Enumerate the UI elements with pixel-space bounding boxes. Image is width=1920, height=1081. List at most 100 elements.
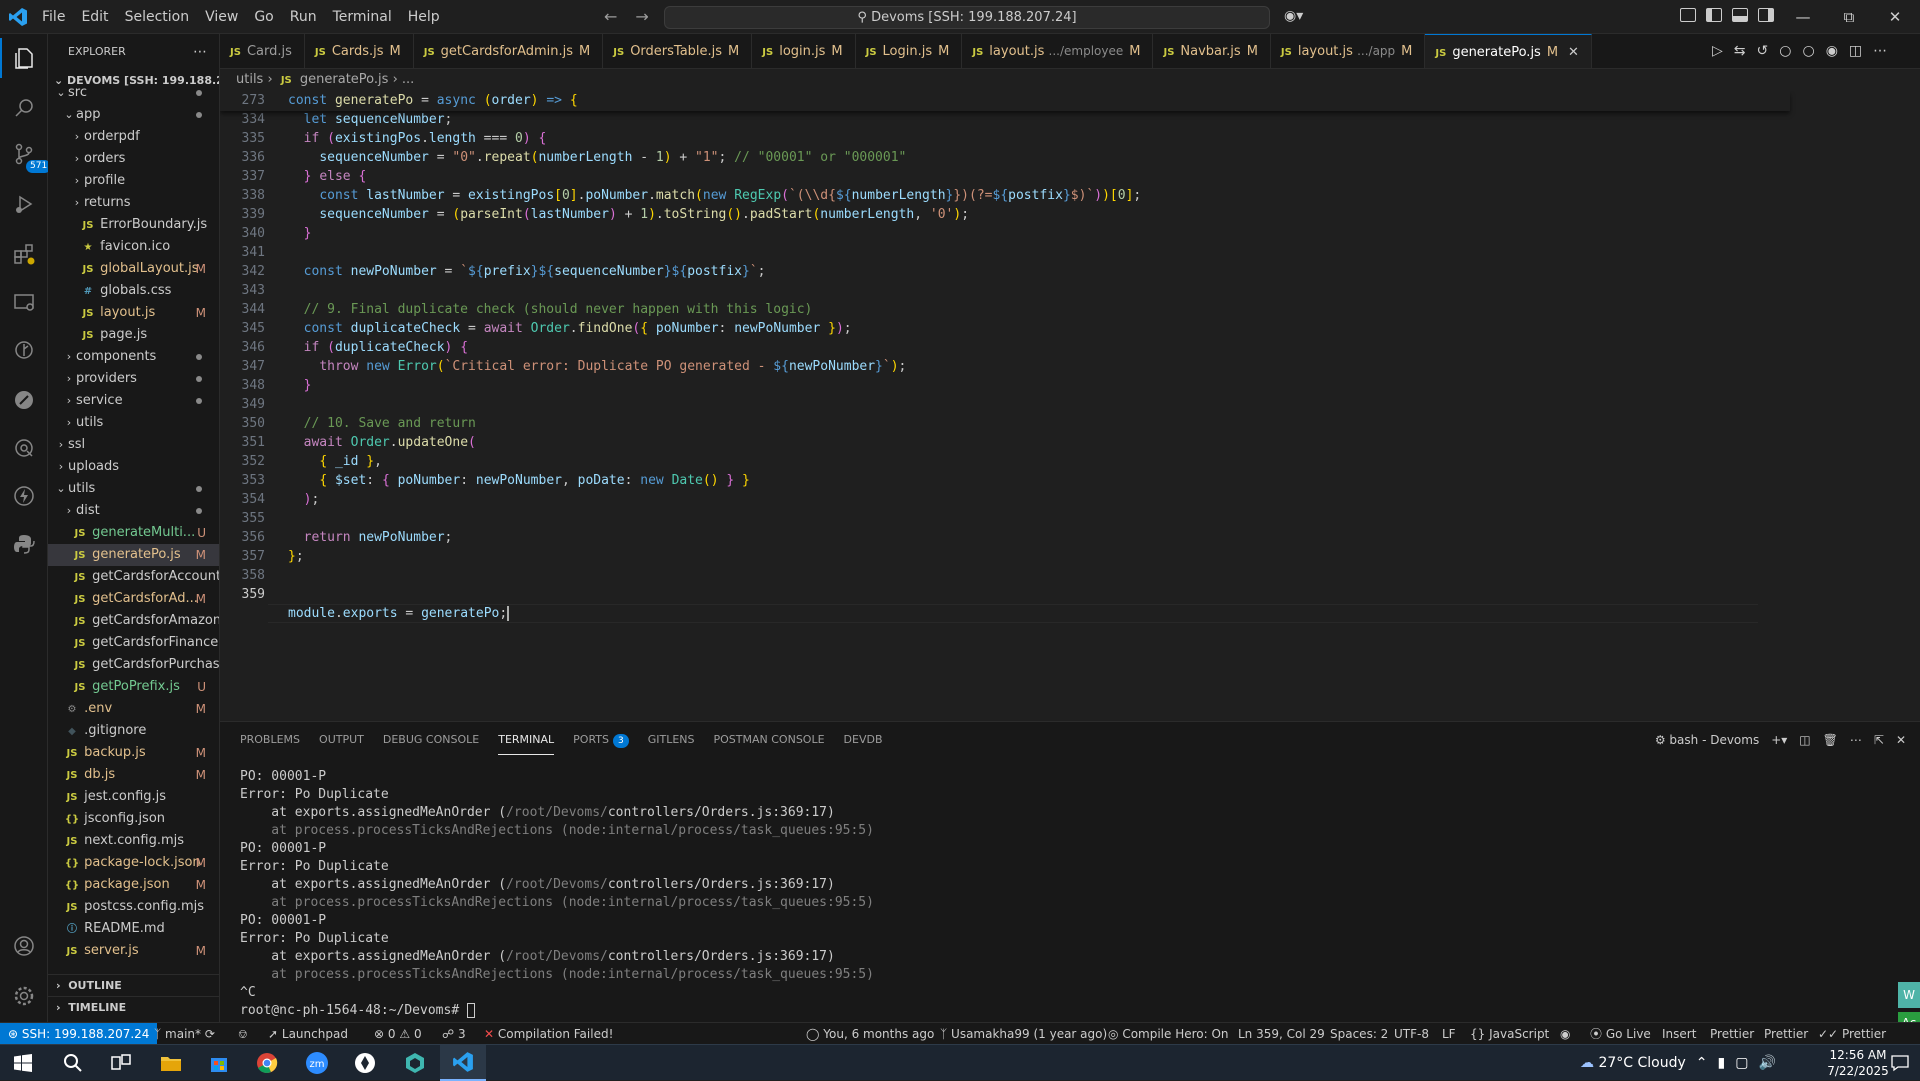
tree-item[interactable]: › service (48, 390, 219, 412)
chevron-up-icon[interactable]: ⌃ (1696, 1055, 1708, 1071)
menu-view[interactable]: View (197, 0, 246, 34)
tree-item[interactable]: JS getCardsforAd... M (48, 588, 219, 610)
close-panel-icon[interactable]: ✕ (1896, 733, 1906, 747)
tree-item[interactable]: › ssl (48, 434, 219, 456)
source-control-icon[interactable]: 571 (0, 134, 52, 174)
manage-gear-icon[interactable] (0, 976, 48, 1016)
tab-ports[interactable]: PORTS 3 (573, 722, 629, 758)
tree-item[interactable]: JS generatePo.js M (48, 544, 219, 566)
task-view-icon[interactable] (98, 1045, 144, 1081)
tree-item[interactable]: JS getCardsforAmazon.js (48, 610, 219, 632)
tree-item[interactable]: JS getCardsforAccount.js (48, 566, 219, 588)
go-live[interactable]: ⦿ Go Live (1590, 1023, 1651, 1045)
customize-layout-icon[interactable] (1680, 8, 1696, 22)
editor-tab[interactable]: JS Navbar.js M (1153, 34, 1271, 68)
terminal-shell-selector[interactable]: ⚙ bash - Devoms (1655, 733, 1759, 747)
language-mode[interactable]: {} JavaScript (1470, 1023, 1549, 1045)
explorer-icon[interactable] (0, 38, 48, 78)
tree-item[interactable]: {} jsconfig.json (48, 808, 219, 830)
prettier-status-3[interactable]: ✓✓ Prettier (1818, 1023, 1886, 1045)
insert-mode[interactable]: Insert (1662, 1023, 1696, 1045)
tree-item[interactable]: ⌄ src (48, 82, 219, 104)
search-view-icon[interactable] (0, 88, 48, 128)
stack-file[interactable]: controllers/Orders.js:369:17 (608, 805, 827, 820)
editor-tab[interactable]: JS login.js M (752, 34, 856, 68)
run-file-icon[interactable]: ▷ (1712, 43, 1723, 59)
tree-item[interactable]: ★ favicon.ico (48, 236, 219, 258)
tree-item[interactable]: JS server.js M (48, 940, 219, 962)
tree-item[interactable]: › utils (48, 412, 219, 434)
menu-terminal[interactable]: Terminal (325, 0, 400, 34)
notification-icon[interactable] (1880, 1045, 1920, 1081)
tree-item[interactable]: JS next.config.mjs (48, 830, 219, 852)
weather-widget[interactable]: ☁ 27°C Cloudy (1580, 1055, 1686, 1071)
accounts-icon[interactable] (0, 926, 48, 966)
tree-item[interactable]: › providers (48, 368, 219, 390)
menu-file[interactable]: File (34, 0, 73, 34)
gitlens-inspect-icon[interactable]: ◉ (1826, 43, 1838, 59)
store-icon[interactable] (196, 1045, 242, 1081)
thunder-client-icon[interactable] (0, 476, 48, 516)
tree-item[interactable]: JS getPoPrefix.js U (48, 676, 219, 698)
tab-devdb[interactable]: DEVDB (844, 722, 883, 758)
more-actions-icon[interactable]: ⋯ (193, 34, 207, 70)
menu-go[interactable]: Go (246, 0, 281, 34)
editor-tab[interactable]: JS layout.js .../employee M (962, 34, 1154, 68)
restore-icon[interactable]: ⧉ (1826, 0, 1872, 34)
tree-item[interactable]: ◆ .gitignore (48, 720, 219, 742)
copilot-icon[interactable]: ◉▾ (1284, 8, 1303, 24)
tree-item[interactable]: › components (48, 346, 219, 368)
app-icon-teal[interactable] (392, 1045, 438, 1081)
git-blame[interactable]: ◯ You, 6 months ago (806, 1023, 934, 1045)
tree-item[interactable]: › uploads (48, 456, 219, 478)
zoom-icon[interactable]: zm (294, 1045, 340, 1081)
tab-active-file[interactable]: JS generatePo.js M ✕ (1425, 34, 1592, 68)
tree-item[interactable]: › profile (48, 170, 219, 192)
tree-item[interactable]: ⚙ .env M (48, 698, 219, 720)
run-debug-icon[interactable] (0, 184, 48, 224)
cursor-app-icon[interactable] (342, 1045, 388, 1081)
tab-postman-console[interactable]: POSTMAN CONSOLE (714, 722, 825, 758)
volume-icon[interactable]: 🔊 (1758, 1055, 1775, 1071)
next-change-icon[interactable]: ○ (1802, 43, 1814, 59)
editor-tab[interactable]: JS Card.js (220, 34, 305, 68)
close-window-icon[interactable]: ✕ (1872, 0, 1918, 34)
tree-item[interactable]: JS jest.config.js (48, 786, 219, 808)
tree-item[interactable]: JS globalLayout.js M (48, 258, 219, 280)
tab-output[interactable]: OUTPUT (319, 722, 364, 758)
new-terminal-icon[interactable]: +▾ (1771, 733, 1787, 747)
tree-item[interactable]: JS getCardsforPurchasi... (48, 654, 219, 676)
gitlens-icon[interactable] (0, 330, 48, 370)
tree-item[interactable]: ⓘ README.md (48, 918, 219, 940)
timeline-section[interactable]: › TIMELINE (48, 996, 219, 1018)
tree-item[interactable]: {} package.json M (48, 874, 219, 896)
tree-item[interactable]: › dist (48, 500, 219, 522)
forwarded-ports[interactable]: ☍ 3 (442, 1023, 466, 1045)
prettier-status-1[interactable]: Prettier (1710, 1023, 1754, 1045)
more-panel-actions-icon[interactable]: ⋯ (1850, 733, 1862, 747)
remote-indicator[interactable]: ⊛ SSH: 199.188.207.24 (0, 1023, 158, 1045)
editor-tab[interactable]: JS OrdersTable.js M (603, 34, 753, 68)
split-terminal-icon[interactable]: ◫ (1799, 733, 1810, 747)
git-author[interactable]: ᛉ Usamakha99 (1 year ago) (940, 1023, 1107, 1045)
problems-counter[interactable]: ⊗ 0 ⚠ 0 (374, 1023, 422, 1045)
cursor-position[interactable]: Ln 359, Col 29 (1238, 1023, 1325, 1045)
tree-item[interactable]: › returns (48, 192, 219, 214)
remote-explorer-icon[interactable] (0, 282, 48, 322)
breadcrumb-folder[interactable]: utils (236, 72, 263, 87)
tree-item[interactable]: JS layout.js M (48, 302, 219, 324)
tree-item[interactable]: › orderpdf (48, 126, 219, 148)
start-button[interactable] (0, 1045, 46, 1081)
gitlens-status-icon[interactable]: ⎊ (238, 1023, 248, 1045)
indentation[interactable]: Spaces: 2 (1330, 1023, 1388, 1045)
postman-icon[interactable] (0, 380, 48, 420)
compile-hero[interactable]: ◎ Compile Hero: On (1108, 1023, 1229, 1045)
tree-item[interactable]: JS db.js M (48, 764, 219, 786)
command-center[interactable]: ⚲ Devoms [SSH: 199.188.207.24] (664, 6, 1270, 29)
tree-item[interactable]: JS getCardsforFinance.js (48, 632, 219, 654)
docker-icon[interactable] (0, 428, 48, 468)
minimize-icon[interactable]: — (1780, 0, 1826, 34)
split-editor-icon[interactable]: ◫ (1849, 43, 1862, 59)
side-notification-w[interactable]: W (1898, 982, 1920, 1008)
toggle-secondary-sidebar-icon[interactable] (1758, 8, 1774, 22)
